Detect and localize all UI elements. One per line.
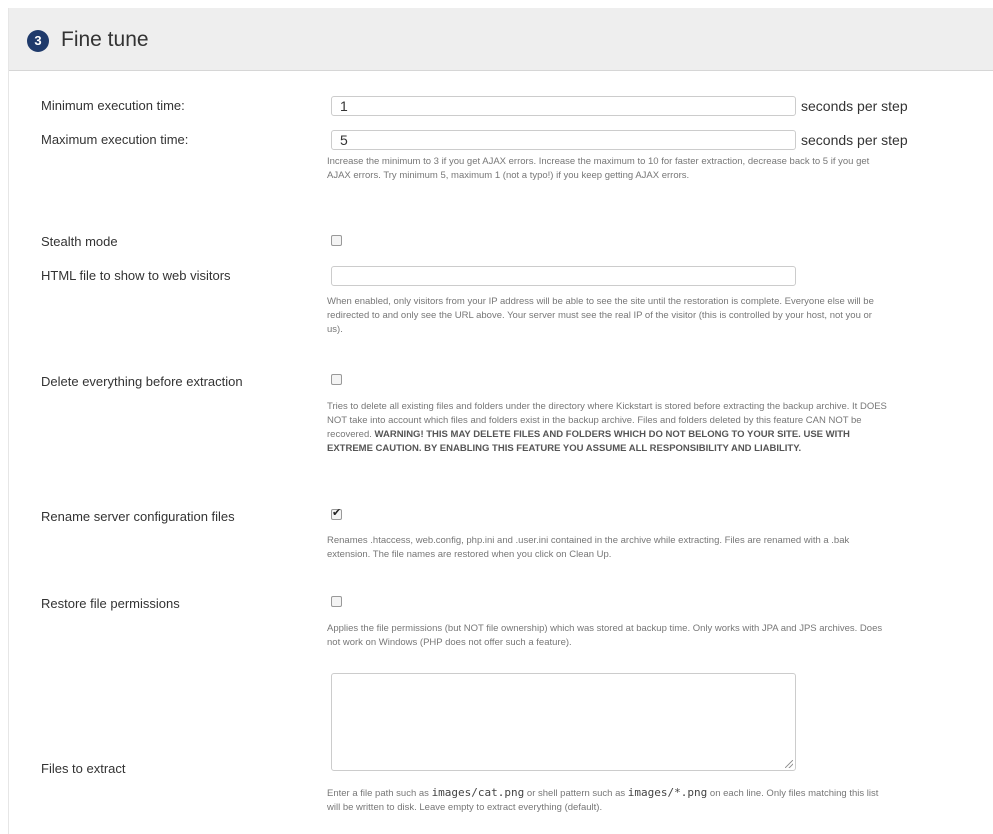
min-exec-suffix: seconds per step	[801, 98, 908, 114]
min-exec-label: Minimum execution time:	[41, 98, 185, 113]
restore-perms-label: Restore file permissions	[41, 596, 180, 611]
files-to-extract-help: Enter a file path such as images/cat.png…	[327, 786, 887, 815]
fine-tune-panel: 3 Fine tune Minimum execution time: seco…	[8, 8, 993, 834]
delete-everything-warning: WARNING! THIS MAY DELETE FILES AND FOLDE…	[327, 429, 850, 454]
exec-time-help: Increase the minimum to 3 if you get AJA…	[327, 156, 870, 181]
files-to-extract-label: Files to extract	[41, 761, 126, 776]
min-exec-input[interactable]	[331, 96, 796, 116]
files-help-part-2: or shell pattern such as	[526, 788, 626, 799]
panel-header: 3 Fine tune	[9, 8, 993, 71]
resize-grip-icon[interactable]	[785, 760, 793, 768]
stealth-mode-checkbox[interactable]	[331, 235, 342, 246]
files-help-code-1: images/cat.png	[431, 786, 525, 799]
stealth-mode-label: Stealth mode	[41, 234, 118, 249]
html-file-label: HTML file to show to web visitors	[41, 268, 231, 283]
files-help-part-1: Enter a file path such as	[327, 788, 429, 799]
restore-perms-checkbox[interactable]	[331, 596, 342, 607]
delete-everything-help: Tries to delete all existing files and f…	[327, 400, 887, 456]
delete-everything-label: Delete everything before extraction	[41, 374, 243, 389]
restore-perms-help: Applies the file permissions (but NOT fi…	[327, 623, 883, 648]
rename-config-help: Renames .htaccess, web.config, php.ini a…	[327, 535, 850, 560]
rename-config-label: Rename server configuration files	[41, 509, 235, 524]
files-help-code-2: images/*.png	[627, 786, 708, 799]
step-number-badge: 3	[27, 30, 49, 52]
max-exec-input[interactable]	[331, 130, 796, 150]
delete-everything-checkbox[interactable]	[331, 374, 342, 385]
html-file-help: When enabled, only visitors from your IP…	[327, 296, 874, 335]
files-to-extract-textarea[interactable]	[331, 673, 796, 771]
max-exec-suffix: seconds per step	[801, 132, 908, 148]
check-icon: ✔	[332, 507, 342, 519]
max-exec-label: Maximum execution time:	[41, 132, 189, 147]
panel-title: Fine tune	[61, 28, 149, 51]
rename-config-checkbox[interactable]: ✔	[331, 507, 342, 520]
html-file-input[interactable]	[331, 266, 796, 286]
